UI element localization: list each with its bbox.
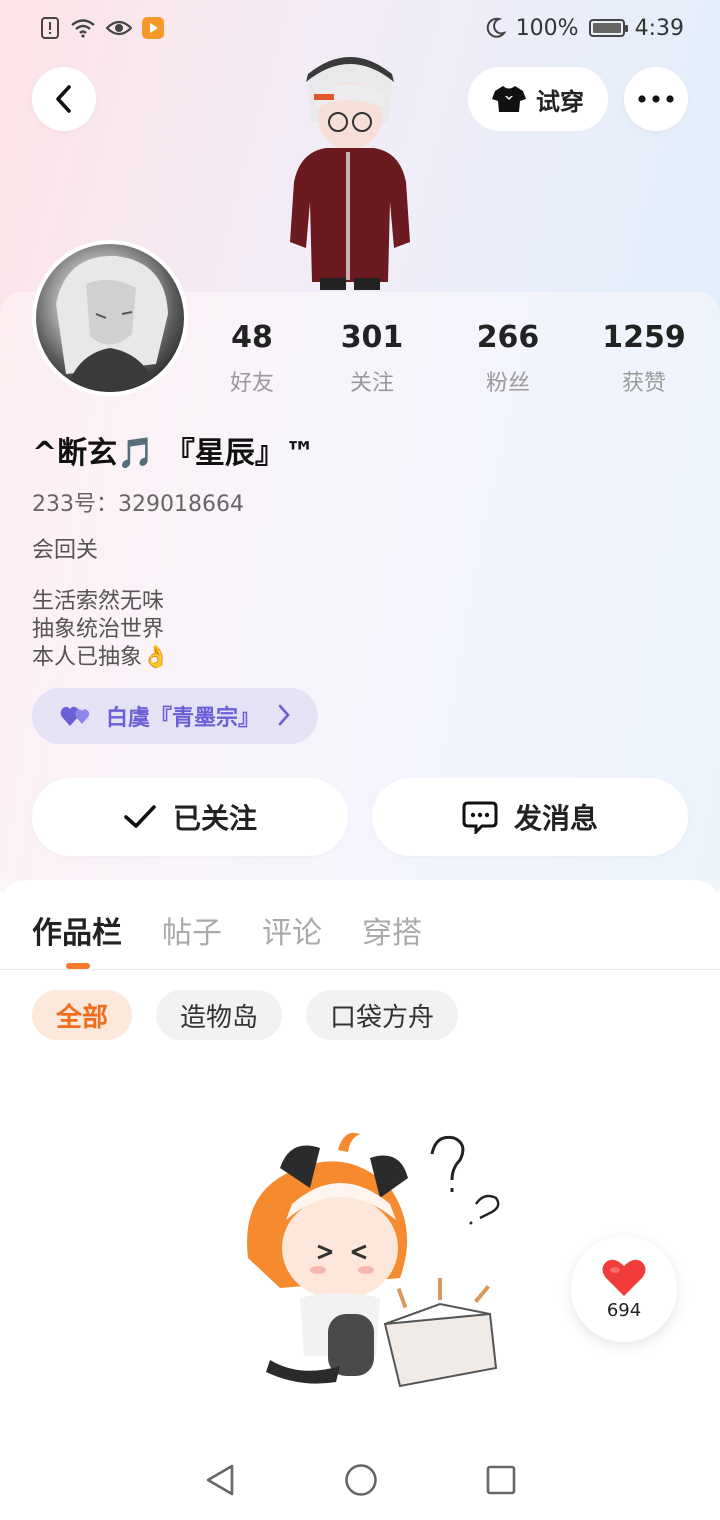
hearts-icon	[60, 706, 90, 726]
system-navigation-bar	[0, 1440, 720, 1520]
app-play-icon	[142, 17, 164, 39]
nav-home-icon[interactable]	[344, 1463, 378, 1497]
tab-posts[interactable]: 帖子	[162, 908, 222, 952]
like-button[interactable]: 694	[571, 1236, 677, 1342]
wifi-icon	[70, 18, 96, 38]
stat-friends-label: 好友	[229, 371, 274, 396]
chevron-left-icon	[56, 85, 71, 113]
try-on-button[interactable]: 试穿	[468, 67, 608, 131]
stat-friends[interactable]: 48 好友	[192, 320, 312, 397]
follow-back-status: 会回关	[32, 538, 99, 563]
more-dots-icon	[638, 95, 674, 103]
stat-following-count: 301	[340, 320, 404, 355]
alert-icon	[40, 17, 60, 39]
nav-back-icon[interactable]	[204, 1463, 236, 1497]
guild-name: 白虞『青墨宗』	[106, 706, 261, 731]
user-avatar[interactable]	[32, 240, 188, 396]
stat-likes[interactable]: 1259 获赞	[584, 320, 704, 397]
status-bar: 100% 4:39	[0, 0, 720, 56]
tab-comments[interactable]: 评论	[262, 908, 322, 952]
more-options-button[interactable]	[624, 67, 688, 131]
battery-icon	[588, 19, 628, 37]
filter-creation-island[interactable]: 造物岛	[156, 990, 283, 1040]
stat-followers-count: 266	[476, 320, 540, 355]
stat-likes-label: 获赞	[621, 371, 666, 396]
stat-followers-label: 粉丝	[485, 371, 530, 396]
heart-icon	[602, 1259, 646, 1296]
tab-works[interactable]: 作品栏	[32, 908, 122, 952]
battery-percent: 100%	[515, 15, 579, 41]
tab-outfits[interactable]: 穿搭	[362, 908, 422, 952]
stat-following[interactable]: 301 关注	[312, 320, 432, 397]
username: ^断玄🎵 『星辰』™	[32, 436, 315, 471]
chevron-right-icon	[278, 704, 290, 726]
content-tabs: 作品栏 帖子 评论 穿搭	[32, 908, 422, 952]
user-bio: 生活索然无味 抽象统治世界 本人已抽象👌	[32, 588, 169, 672]
send-message-label: 发消息	[513, 802, 598, 835]
following-label: 已关注	[172, 802, 257, 835]
bio-line: 抽象统治世界	[32, 617, 165, 642]
guild-chip[interactable]: 白虞『青墨宗』	[32, 688, 318, 744]
back-button[interactable]	[32, 67, 96, 131]
stat-following-label: 关注	[349, 371, 394, 396]
user-id: 233号：329018664	[32, 492, 244, 517]
character-avatar-3d	[290, 57, 410, 290]
avatar-portrait-image	[56, 255, 168, 392]
nav-recents-icon[interactable]	[486, 1465, 516, 1495]
moon-icon	[486, 17, 506, 39]
like-count: 694	[606, 1299, 642, 1321]
clock-time: 4:39	[634, 15, 684, 41]
filter-chips: 全部 造物岛 口袋方舟	[32, 990, 459, 1040]
tshirt-icon	[492, 86, 526, 112]
checkmark-icon	[124, 805, 156, 828]
try-on-label: 试穿	[536, 87, 584, 116]
stat-friends-count: 48	[231, 320, 273, 355]
divider	[0, 969, 720, 970]
following-button[interactable]: 已关注	[32, 778, 348, 856]
eye-icon	[106, 19, 132, 37]
filter-pocket-ark[interactable]: 口袋方舟	[306, 990, 459, 1040]
empty-state-illustration	[247, 1132, 500, 1388]
send-message-button[interactable]: 发消息	[372, 778, 688, 856]
bio-line: 生活索然无味	[32, 589, 165, 614]
chat-bubble-icon	[462, 801, 498, 834]
stat-likes-count: 1259	[602, 320, 686, 355]
bio-line: 本人已抽象👌	[32, 645, 170, 670]
filter-all[interactable]: 全部	[32, 990, 133, 1040]
stat-followers[interactable]: 266 粉丝	[448, 320, 568, 397]
content-panel: 作品栏 帖子 评论 穿搭 全部 造物岛 口袋方舟	[0, 880, 720, 1440]
